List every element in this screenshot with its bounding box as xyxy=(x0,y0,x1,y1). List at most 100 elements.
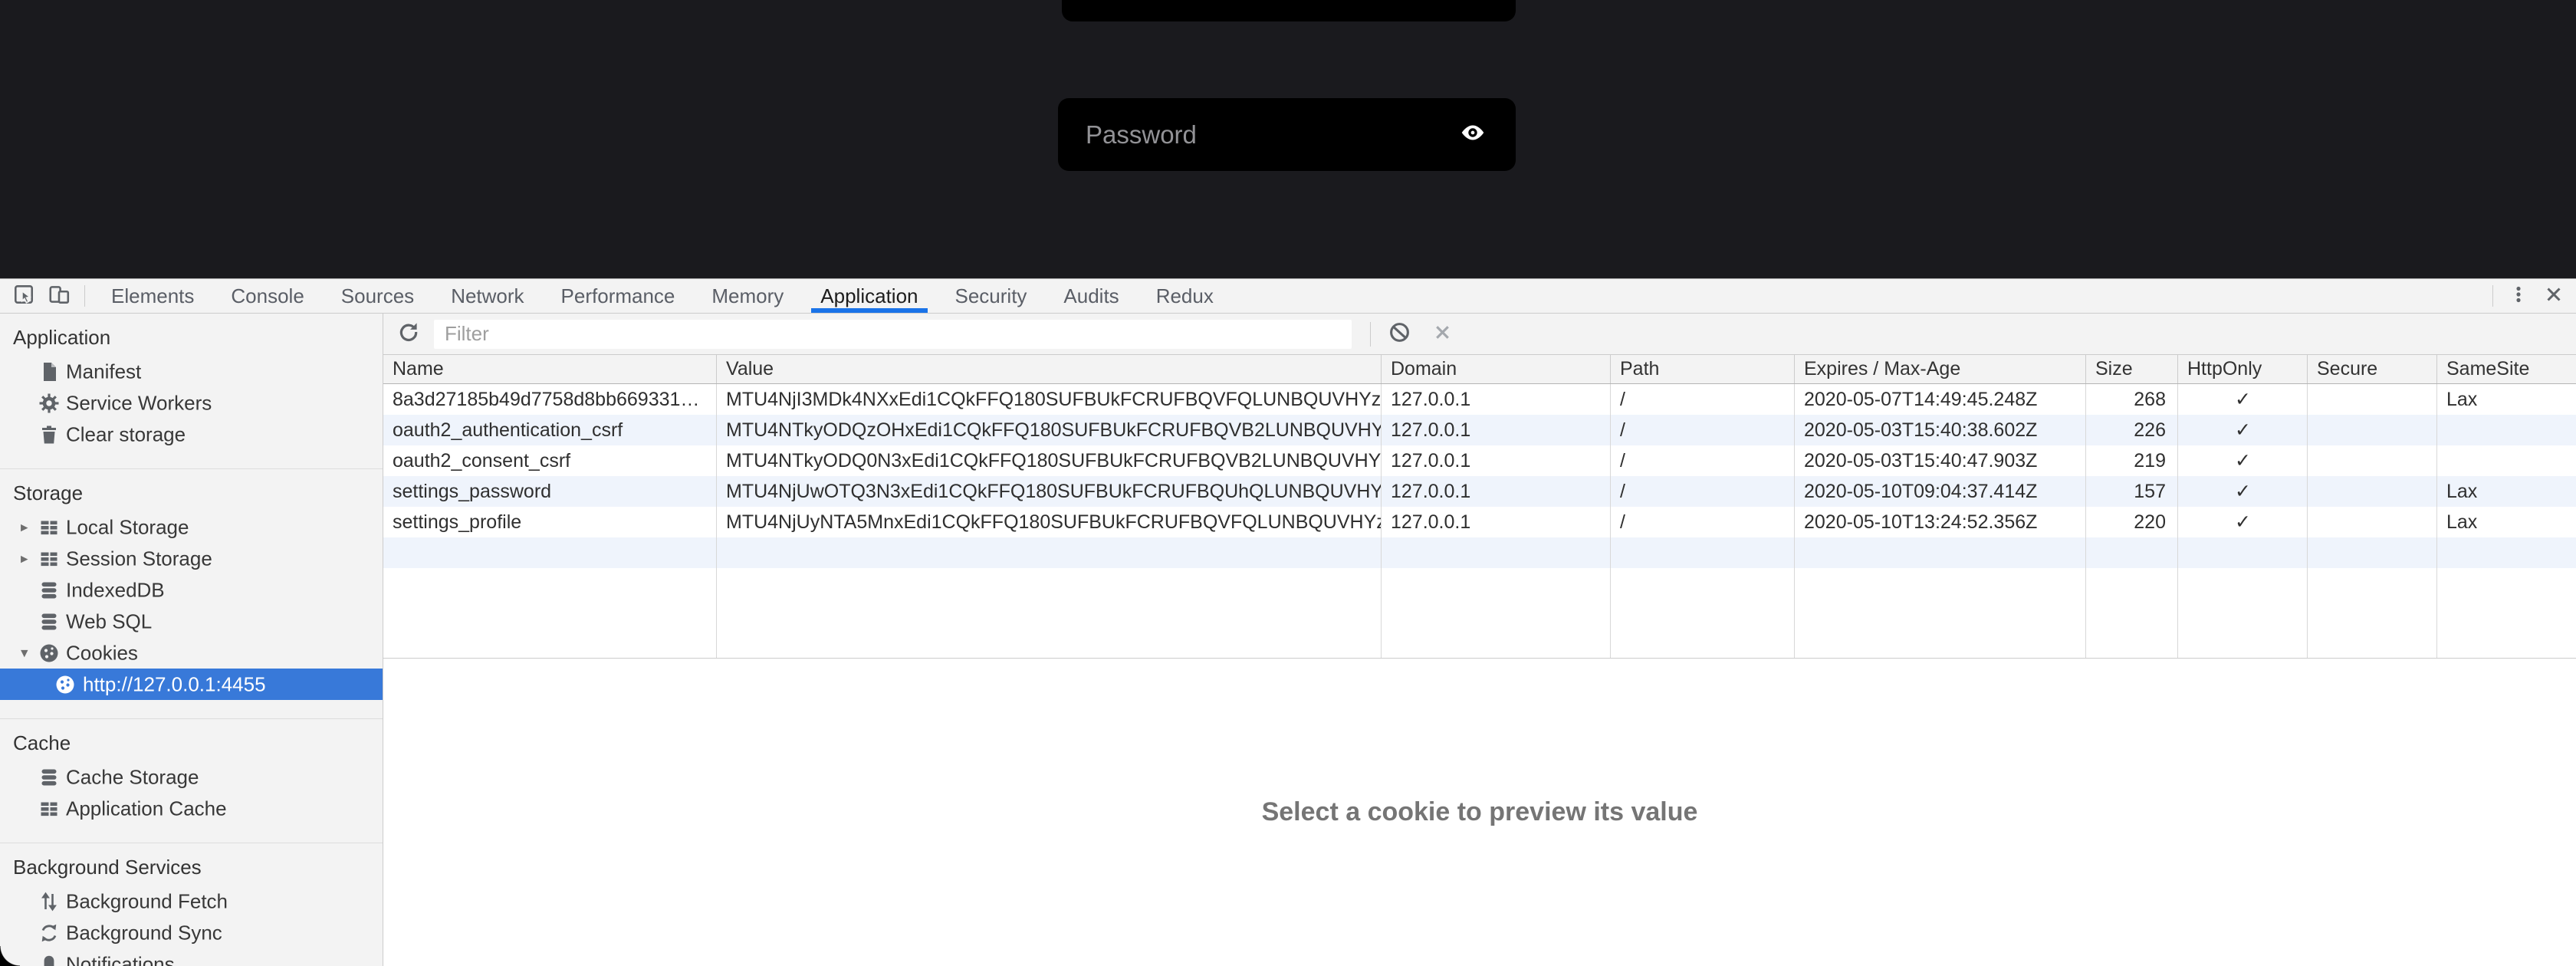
column-header-name[interactable]: Name xyxy=(383,355,717,383)
toggle-password-visibility-button[interactable] xyxy=(1456,118,1490,152)
web-page-dark-region xyxy=(0,0,2576,278)
show-blocked-cookies-button[interactable] xyxy=(1386,321,1412,347)
column-header-value[interactable]: Value xyxy=(717,355,1382,383)
device-toolbar-button[interactable] xyxy=(41,279,77,313)
column-header-httponly[interactable]: HttpOnly xyxy=(2178,355,2308,383)
sidebar-item-label: IndexedDB xyxy=(66,578,165,602)
chevron-collapsed-icon[interactable]: ▸ xyxy=(21,550,28,567)
cookie-icon xyxy=(38,642,60,664)
sidebar-item-label: Web SQL xyxy=(66,610,152,633)
column-header-secure[interactable]: Secure xyxy=(2308,355,2437,383)
cell-path: / xyxy=(1611,445,1795,476)
empty-row xyxy=(383,537,2576,568)
tab-sources[interactable]: Sources xyxy=(323,279,432,313)
cookie-row-oauth2-authentication-csrf[interactable]: oauth2_authentication_csrfMTU4NTkyODQzOH… xyxy=(383,415,2576,445)
cell-value: MTU4NjI3MDk4NXxEdi1CQkFFQ180SUFBUkFCRUFB… xyxy=(717,384,1382,415)
tab-network[interactable]: Network xyxy=(432,279,542,313)
sidebar-item-clear-storage[interactable]: Clear storage xyxy=(0,419,383,450)
cell-path: / xyxy=(1611,415,1795,445)
cell-domain: 127.0.0.1 xyxy=(1382,507,1611,537)
cell-secure xyxy=(2308,507,2437,537)
cookie-filter-input[interactable] xyxy=(434,320,1352,349)
sidebar-item-manifest[interactable]: Manifest xyxy=(0,356,383,387)
clear-x-icon xyxy=(1431,321,1454,347)
database-icon xyxy=(38,611,60,632)
sidebar-item-session-storage[interactable]: ▸ Session Storage xyxy=(0,543,383,574)
clear-cookies-button[interactable] xyxy=(1429,321,1455,347)
column-header-size[interactable]: Size xyxy=(2086,355,2178,383)
column-separator xyxy=(2177,384,2178,658)
sidebar-item-application-cache[interactable]: Application Cache xyxy=(0,793,383,824)
chevron-collapsed-icon[interactable]: ▸ xyxy=(21,518,28,536)
tab-performance[interactable]: Performance xyxy=(543,279,694,313)
cell-name: settings_profile xyxy=(383,507,717,537)
cell-size: 219 xyxy=(2086,445,2178,476)
cookie-row-settings-profile[interactable]: settings_profileMTU4NjUyNTA5MnxEdi1CQkFF… xyxy=(383,507,2576,537)
cell-path: / xyxy=(1611,476,1795,507)
sidebar-item-local-storage[interactable]: ▸Local Storage xyxy=(0,511,383,543)
cell-expires: 2020-05-10T09:04:37.414Z xyxy=(1795,476,2086,507)
sidebar-item-label: Background Sync xyxy=(66,921,222,945)
devtools-close-button[interactable] xyxy=(2536,279,2571,313)
column-separator xyxy=(716,384,717,658)
cell-httponly: ✓ xyxy=(2178,445,2308,476)
tabbar-divider xyxy=(84,285,85,307)
cookies-pane: NameValueDomainPathExpires / Max-AgeSize… xyxy=(383,314,2576,966)
sidebar-item-service-workers[interactable]: Service Workers xyxy=(0,387,383,419)
column-separator xyxy=(2436,384,2437,658)
chevron-expanded-icon[interactable]: ▾ xyxy=(21,644,28,662)
sidebar-item-web-sql[interactable]: Web SQL xyxy=(0,606,383,637)
devtools-menu-button[interactable] xyxy=(2501,279,2536,313)
inspect-cursor-icon xyxy=(12,283,35,310)
column-header-path[interactable]: Path xyxy=(1611,355,1795,383)
sync-icon xyxy=(38,922,60,944)
cookie-row-8a3d27185b49d7758d8bb669331[interactable]: 8a3d27185b49d7758d8bb669331…MTU4NjI3MDk4… xyxy=(383,384,2576,415)
devtools-body: ApplicationManifestService WorkersClear … xyxy=(0,314,2576,966)
cookie-row-oauth2-consent-csrf[interactable]: oauth2_consent_csrfMTU4NTkyODQ0N3xEdi1CQ… xyxy=(383,445,2576,476)
tab-elements[interactable]: Elements xyxy=(93,279,212,313)
password-field[interactable] xyxy=(1058,120,1456,150)
cookie-icon xyxy=(54,674,76,695)
sidebar-item-cache-storage[interactable]: Cache Storage xyxy=(0,761,383,793)
sidebar-item-label: Session Storage xyxy=(66,547,212,570)
tab-security[interactable]: Security xyxy=(937,279,1046,313)
sidebar-item-label: Background Fetch xyxy=(66,889,228,913)
tab-console[interactable]: Console xyxy=(212,279,322,313)
section-title: Storage xyxy=(0,469,383,511)
column-header-expires-max-age[interactable]: Expires / Max-Age xyxy=(1795,355,2086,383)
sidebar-item-label: Cache Storage xyxy=(66,765,199,789)
gear-icon xyxy=(38,393,60,414)
sidebar-item-background-sync[interactable]: Background Sync xyxy=(0,917,383,948)
cell-httponly: ✓ xyxy=(2178,415,2308,445)
bell-icon xyxy=(38,954,60,966)
refresh-button[interactable] xyxy=(396,321,422,347)
cookie-row-settings-password[interactable]: settings_passwordMTU4NjUwOTQ3N3xEdi1CQkF… xyxy=(383,476,2576,507)
sidebar-item-cookies[interactable]: ▾Cookies xyxy=(0,637,383,669)
cookie-preview-message: Select a cookie to preview its value xyxy=(1262,797,1698,827)
column-header-domain[interactable]: Domain xyxy=(1382,355,1611,383)
tabbar-right-controls xyxy=(2485,279,2576,313)
sidebar-item-label: Notifications xyxy=(66,952,175,966)
cell-expires: 2020-05-07T14:49:45.248Z xyxy=(1795,384,2086,415)
file-icon xyxy=(38,361,60,383)
sidebar-item-label: Manifest xyxy=(66,360,141,383)
section-title: Background Services xyxy=(0,843,383,886)
tab-audits[interactable]: Audits xyxy=(1045,279,1137,313)
table-icon xyxy=(38,548,60,570)
cell-domain: 127.0.0.1 xyxy=(1382,415,1611,445)
inspect-element-button[interactable] xyxy=(6,279,41,313)
cell-value: MTU4NTkyODQ0N3xEdi1CQkFFQ180SUFBUkFCRUFB… xyxy=(717,445,1382,476)
sidebar-item-http-127-0-0-1-4455[interactable]: http://127.0.0.1:4455 xyxy=(0,669,383,700)
login-field-cropped[interactable] xyxy=(1062,0,1516,21)
cell-expires: 2020-05-03T15:40:38.602Z xyxy=(1795,415,2086,445)
column-header-samesite[interactable]: SameSite xyxy=(2437,355,2576,383)
tab-application[interactable]: Application xyxy=(802,279,936,313)
sidebar-item-indexeddb[interactable]: IndexedDB xyxy=(0,574,383,606)
tab-redux[interactable]: Redux xyxy=(1138,279,1232,313)
cell-expires: 2020-05-10T13:24:52.356Z xyxy=(1795,507,2086,537)
tab-memory[interactable]: Memory xyxy=(693,279,802,313)
cell-domain: 127.0.0.1 xyxy=(1382,445,1611,476)
sidebar-item-notifications[interactable]: Notifications xyxy=(0,948,383,966)
sidebar-section-cache: CacheCache StorageApplication Cache xyxy=(0,719,383,843)
sidebar-item-background-fetch[interactable]: Background Fetch xyxy=(0,886,383,917)
